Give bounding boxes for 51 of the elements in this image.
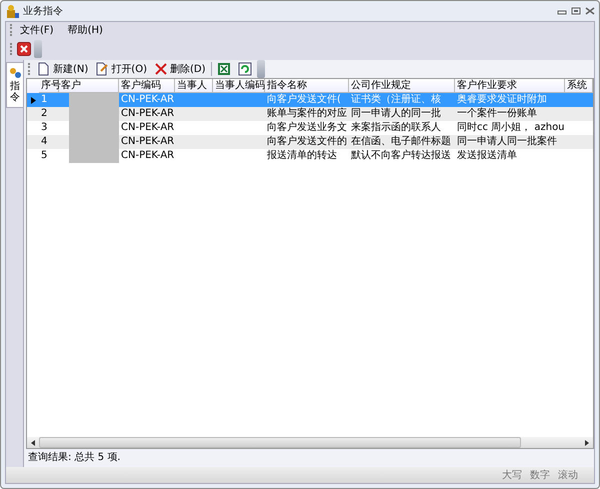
table-cell-text: 2 [40, 107, 48, 121]
table-row[interactable]: 4 CN-PEK-AR 向客户发送文件的 在信函、电子邮件标题 同一申请人同一批案件 [27, 135, 593, 149]
scroll-right-icon[interactable] [585, 440, 589, 446]
side-tab[interactable]: 指令 [6, 62, 23, 108]
status-indicator: 数字 [530, 468, 550, 482]
refresh-icon[interactable] [238, 62, 252, 76]
table-cell-text: 同时cc 周小姐， azhou [456, 121, 565, 135]
status-indicator: 大写 [502, 468, 522, 482]
table-row[interactable]: 2 CN-PEK-AR 账单与案件的对应 同一申请人的同一批 一个案件一份账单 [27, 107, 593, 121]
result-summary: 查询结果: 总共 5 项. [27, 450, 122, 465]
table-cell-text: 同一申请人同一批案件 [456, 135, 558, 149]
window-title: 业务指令 [23, 4, 63, 18]
spreadsheet-icon[interactable] [216, 62, 230, 76]
table-cell-text: 一个案件一份账单 [456, 107, 538, 121]
menu-item[interactable]: 帮助(H) [66, 23, 105, 37]
redaction-block [69, 93, 119, 163]
toolbar-button[interactable]: 新建(N) [35, 61, 90, 77]
table-cell-text: 奥睿要求发证时附加 [456, 93, 548, 107]
table-cell-text: 向客户发送文件( [266, 93, 342, 107]
delete-icon [154, 62, 168, 76]
table-cell-text: 报送清单的转达 [266, 149, 338, 163]
table-cell-text: 5 [40, 149, 48, 163]
app-icon [5, 4, 19, 18]
table-cell-text: CN-PEK-AR [120, 93, 175, 107]
table-cell-text: 证书类（注册证、核 [350, 93, 442, 107]
table-cell-text: CN-PEK-AR [120, 107, 175, 121]
document-pen-icon [95, 62, 110, 76]
status-indicator: 滚动 [558, 468, 578, 482]
table-cell-text: CN-PEK-AR [120, 149, 175, 163]
toolbar-button[interactable]: 打开(O) [93, 61, 149, 77]
table-cell-text: 来案指示函的联系人 [350, 121, 442, 135]
table-cell-text: 4 [40, 135, 48, 149]
menu-item[interactable]: 文件(F) [18, 23, 56, 37]
table-cell-text: 在信函、电子邮件标题 [350, 135, 452, 149]
table-cell-text: 默认不向客户转达报送 [350, 149, 452, 163]
table-cell-text: 发送报送清单 [456, 149, 518, 163]
table-cell-text: 向客户发送业务文 [266, 121, 348, 135]
table-cell-text: 向客户发送文件的 [266, 135, 348, 149]
table-cell-text: 3 [40, 121, 48, 135]
table-cell-text: CN-PEK-AR [120, 135, 175, 149]
current-row-icon [30, 96, 36, 104]
table-cell-text: 1 [40, 93, 48, 107]
table-cell-text: 账单与案件的对应 [266, 107, 348, 121]
close-icon[interactable] [585, 7, 595, 15]
close-icon[interactable] [17, 42, 31, 56]
scroll-left-icon[interactable] [31, 440, 35, 446]
restore-icon[interactable] [571, 7, 581, 15]
table-cell-text: 同一申请人的同一批 [350, 107, 442, 121]
document-icon [37, 62, 51, 76]
table-cell-text: CN-PEK-AR [120, 121, 175, 135]
toolbar-button[interactable]: 删除(D) [152, 61, 208, 77]
